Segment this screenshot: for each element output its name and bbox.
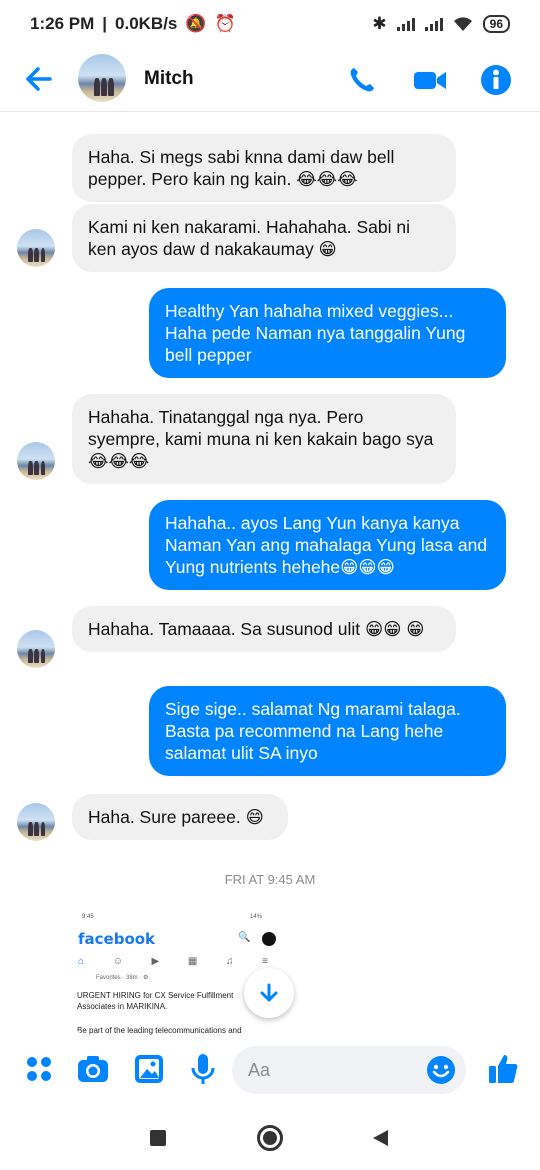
microphone-icon[interactable] xyxy=(186,1052,220,1086)
message-incoming[interactable]: Haha. Sure pareee. 😄 xyxy=(72,794,288,840)
post-text: URGENT HIRING for CX Service Fulfillment… xyxy=(77,991,234,1011)
camera-icon[interactable] xyxy=(76,1052,110,1086)
shared-status-time: 9:45 xyxy=(82,914,94,920)
recent-apps-button[interactable] xyxy=(150,1130,166,1146)
timestamp-divider: FRI AT 9:45 AM xyxy=(224,872,316,887)
wifi-icon xyxy=(453,17,472,31)
gallery-icon[interactable] xyxy=(132,1052,166,1086)
messenger-icon xyxy=(262,932,276,946)
status-bar: 1:26 PM | 0.0KB/s 🔕 ⏰ ✱ 96 xyxy=(0,0,540,48)
emoji-icon[interactable] xyxy=(426,1055,456,1085)
facebook-logo: facebook xyxy=(78,930,156,948)
contact-avatar-small[interactable] xyxy=(17,803,55,841)
video-icon[interactable] xyxy=(412,64,448,96)
more-options-icon[interactable] xyxy=(22,1052,56,1086)
contact-avatar-small[interactable] xyxy=(17,630,55,668)
message-placeholder: Aa xyxy=(248,1060,271,1080)
message-incoming[interactable]: Hahaha. Tinatanggal nga nya. Pero syempr… xyxy=(72,394,456,484)
thumbs-up-icon[interactable] xyxy=(486,1052,520,1086)
favorites-label: Favorites · 38m · ⚙ xyxy=(96,975,149,981)
shared-status-battery: 14% xyxy=(249,914,262,920)
message-incoming[interactable]: Haha. Si megs sabi knna dami daw bell pe… xyxy=(72,134,456,202)
message-input[interactable]: Aa xyxy=(232,1046,466,1094)
watch-icon: ▶ xyxy=(151,956,160,967)
home-button[interactable] xyxy=(256,1124,284,1152)
mute-icon: 🔕 xyxy=(185,14,207,33)
message-outgoing[interactable]: Healthy Yan hahaha mixed veggies... Haha… xyxy=(149,288,506,378)
chat-header: Mitch xyxy=(0,48,540,112)
contact-name[interactable]: Mitch xyxy=(144,68,194,90)
home-icon: ⌂ xyxy=(78,956,85,967)
search-icon: 🔍 xyxy=(238,932,251,943)
groups-icon: ☺ xyxy=(112,956,123,967)
info-icon[interactable] xyxy=(480,64,512,96)
bell-icon: ♫ xyxy=(225,956,234,967)
contact-avatar[interactable] xyxy=(78,54,126,102)
status-speed: 0.0KB/s xyxy=(115,14,178,33)
contact-avatar-small[interactable] xyxy=(17,442,55,480)
alarm-icon: ⏰ xyxy=(214,14,236,33)
post-text-2: Be part of the leading telecommunication… xyxy=(77,1026,242,1035)
scroll-down-button[interactable] xyxy=(244,968,294,1018)
message-outgoing[interactable]: Hahaha.. ayos Lang Yun kanya kanya Naman… xyxy=(149,500,506,590)
status-time: 1:26 PM xyxy=(30,14,95,33)
menu-icon: ≡ xyxy=(262,956,268,967)
phone-icon[interactable] xyxy=(346,64,378,96)
composer-bar: Aa xyxy=(0,1038,540,1102)
battery-indicator: 96 xyxy=(482,15,510,33)
facebook-tabs: ⌂ ☺ ▶ ▦ ♫ ≡ xyxy=(78,956,288,967)
signal-icon-2 xyxy=(424,17,443,31)
bluetooth-icon: ✱ xyxy=(372,14,387,33)
message-incoming[interactable]: Kami ni ken nakarami. Hahahaha. Sabi ni … xyxy=(72,204,456,272)
marketplace-icon: ▦ xyxy=(187,956,198,967)
arrow-down-icon xyxy=(260,983,278,1002)
back-button[interactable] xyxy=(370,1128,390,1148)
message-outgoing[interactable]: Sige sige.. salamat Ng marami talaga. Ba… xyxy=(149,686,506,776)
contact-avatar-small[interactable] xyxy=(17,229,55,267)
message-incoming[interactable]: Hahaha. Tamaaaa. Sa susunod ulit 😁😁 😁 xyxy=(72,606,456,652)
arrow-left-icon[interactable] xyxy=(22,62,56,96)
system-nav-bar xyxy=(0,1106,540,1170)
signal-icon xyxy=(396,17,415,31)
